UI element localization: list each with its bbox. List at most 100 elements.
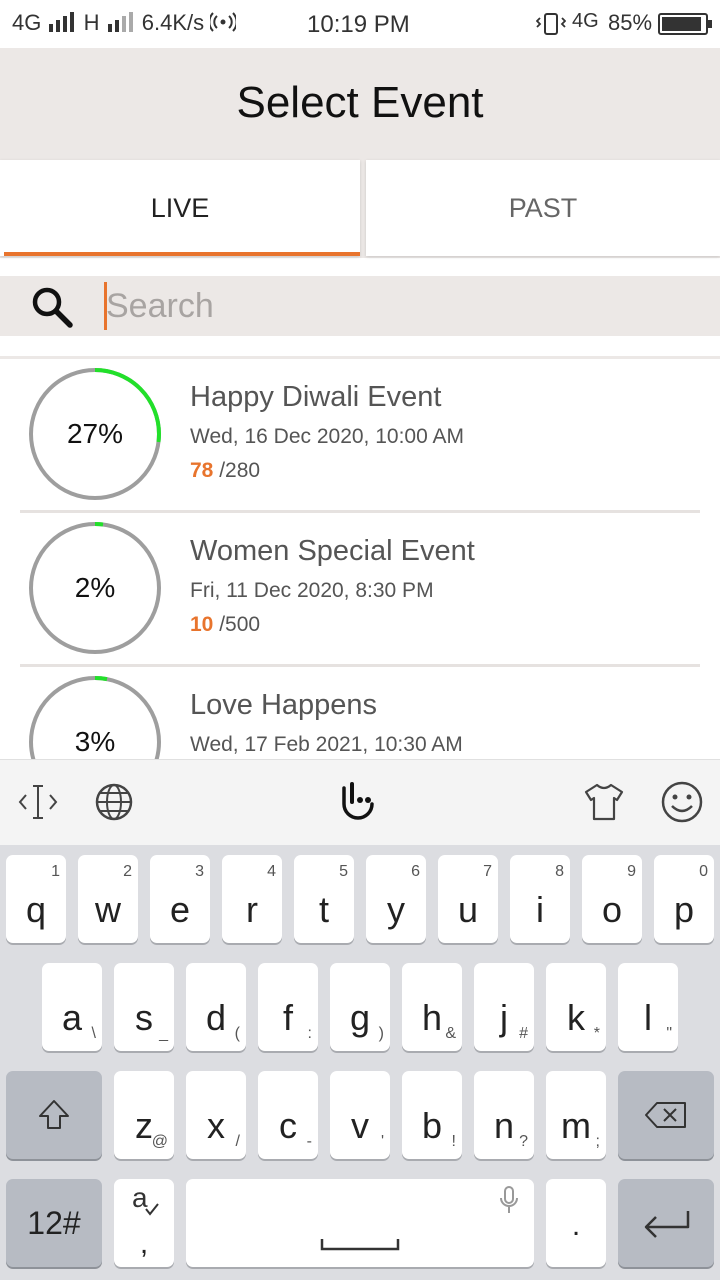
numbers-key[interactable]: 12# [6, 1179, 102, 1267]
space-key[interactable] [186, 1179, 534, 1267]
signal-icon [49, 12, 75, 32]
microphone-icon[interactable] [498, 1185, 520, 1215]
tab-live-label: LIVE [150, 192, 210, 223]
gesture-hand-icon[interactable] [336, 780, 380, 824]
key-letter: p [673, 889, 695, 930]
key-hint: 5 [339, 863, 348, 880]
status-bar: 4G H 6.4K/s 10:19 PM 4G 85% [0, 0, 720, 48]
key-hint: 6 [411, 863, 420, 880]
key-hint: 0 [699, 863, 708, 880]
booked-count: 78 [190, 459, 214, 482]
key-k[interactable]: k * [546, 963, 606, 1051]
key-b[interactable]: b! [402, 1071, 462, 1159]
key-o[interactable]: o9 [582, 855, 642, 943]
key-c[interactable]: c- [258, 1071, 318, 1159]
shift-icon [39, 1100, 69, 1129]
key-q[interactable]: q1 [6, 855, 66, 943]
battery-percent: 85% [608, 10, 653, 35]
emoji-icon[interactable] [660, 780, 704, 824]
comma-key-label: , [139, 1227, 149, 1260]
key-hint: / [235, 1133, 240, 1150]
vibrate-icon [536, 13, 566, 35]
key-s[interactable]: s _ [114, 963, 174, 1051]
period-key-label: . [571, 1209, 581, 1242]
key-v[interactable]: v ' [330, 1071, 390, 1159]
key-hint: 8 [555, 863, 564, 880]
key-hint: ( [234, 1025, 240, 1042]
key-p[interactable]: p0 [654, 855, 714, 943]
key-e[interactable]: e3 [150, 855, 210, 943]
booked-count: 10 [190, 613, 214, 636]
key-letter: o [601, 889, 623, 930]
key-letter: u [457, 889, 479, 930]
network-type-right: 4G [572, 10, 599, 32]
key-u[interactable]: u7 [438, 855, 498, 943]
key-letter: e [169, 889, 191, 930]
key-m[interactable]: m; [546, 1071, 606, 1159]
key-hint: - [306, 1133, 312, 1150]
search-bar [0, 276, 720, 336]
key-l[interactable]: l " [618, 963, 678, 1051]
search-icon[interactable] [30, 285, 74, 329]
enter-icon [644, 1211, 690, 1238]
key-hint: : [307, 1025, 312, 1042]
comma-key[interactable]: a , [114, 1179, 174, 1267]
key-y[interactable]: y6 [366, 855, 426, 943]
tab-past[interactable]: PAST [366, 160, 720, 256]
event-item[interactable]: 3% Love Happens Wed, 17 Feb 2021, 10:30 … [0, 667, 720, 759]
key-hint: _ [159, 1025, 168, 1042]
key-z[interactable]: z @ [114, 1071, 174, 1159]
enter-key[interactable] [618, 1179, 714, 1267]
key-g[interactable]: g) [330, 963, 390, 1051]
event-tabs: LIVE PAST [0, 160, 720, 258]
network-indicator-left: 4G H 6.4K/s [12, 10, 238, 36]
active-tab-indicator [4, 252, 360, 256]
app-header: Select Event [0, 48, 720, 160]
theme-shirt-icon[interactable] [582, 780, 626, 824]
key-hint: 4 [267, 863, 276, 880]
tab-live[interactable]: LIVE [0, 160, 360, 256]
search-input[interactable] [104, 282, 664, 330]
backspace-key[interactable] [618, 1071, 714, 1159]
key-hint: 2 [123, 863, 132, 880]
key-hint: 7 [483, 863, 492, 880]
clock: 10:19 PM [307, 11, 410, 38]
key-hint: 3 [195, 863, 204, 880]
key-a[interactable]: a \ [42, 963, 102, 1051]
key-hint: @ [151, 1133, 168, 1150]
key-hint: ) [378, 1025, 384, 1042]
period-key[interactable]: . [546, 1179, 606, 1267]
event-list[interactable]: 27% Happy Diwali Event Wed, 16 Dec 2020,… [0, 359, 720, 759]
key-hint: ! [451, 1133, 456, 1150]
event-booking-count: 10 /500 [190, 613, 260, 637]
key-h[interactable]: h & [402, 963, 462, 1051]
keyboard-toolbar [0, 759, 720, 845]
cursor-icon[interactable] [16, 780, 60, 824]
event-item[interactable]: 2% Women Special Event Fri, 11 Dec 2020,… [0, 513, 720, 667]
soft-keyboard: q1w2e3r4t5y6u7i8o9p0 a \ s _ d(f: g) h & j # k * l " … [0, 845, 720, 1280]
key-w[interactable]: w2 [78, 855, 138, 943]
event-item[interactable]: 27% Happy Diwali Event Wed, 16 Dec 2020,… [0, 359, 720, 513]
key-hint: * [593, 1025, 600, 1042]
space-bar-icon [320, 1239, 400, 1251]
key-letter: t [318, 889, 329, 930]
key-i[interactable]: i8 [510, 855, 570, 943]
capacity: /500 [219, 613, 261, 636]
network-type-label: 4G [12, 10, 42, 35]
shift-key[interactable] [6, 1071, 102, 1159]
globe-icon[interactable] [92, 780, 136, 824]
capacity: /280 [219, 459, 261, 482]
key-n[interactable]: n? [474, 1071, 534, 1159]
key-t[interactable]: t5 [294, 855, 354, 943]
event-booking-count: 78 /280 [190, 459, 260, 483]
key-f[interactable]: f: [258, 963, 318, 1051]
key-letter: q [25, 889, 47, 930]
key-r[interactable]: r4 [222, 855, 282, 943]
network-speed: 6.4K/s [141, 10, 205, 35]
autocorrect-icon: a [132, 1185, 159, 1216]
key-hint: ' [380, 1133, 384, 1150]
progress-percent: 3% [74, 726, 116, 757]
key-d[interactable]: d( [186, 963, 246, 1051]
key-j[interactable]: j # [474, 963, 534, 1051]
key-x[interactable]: x / [186, 1071, 246, 1159]
